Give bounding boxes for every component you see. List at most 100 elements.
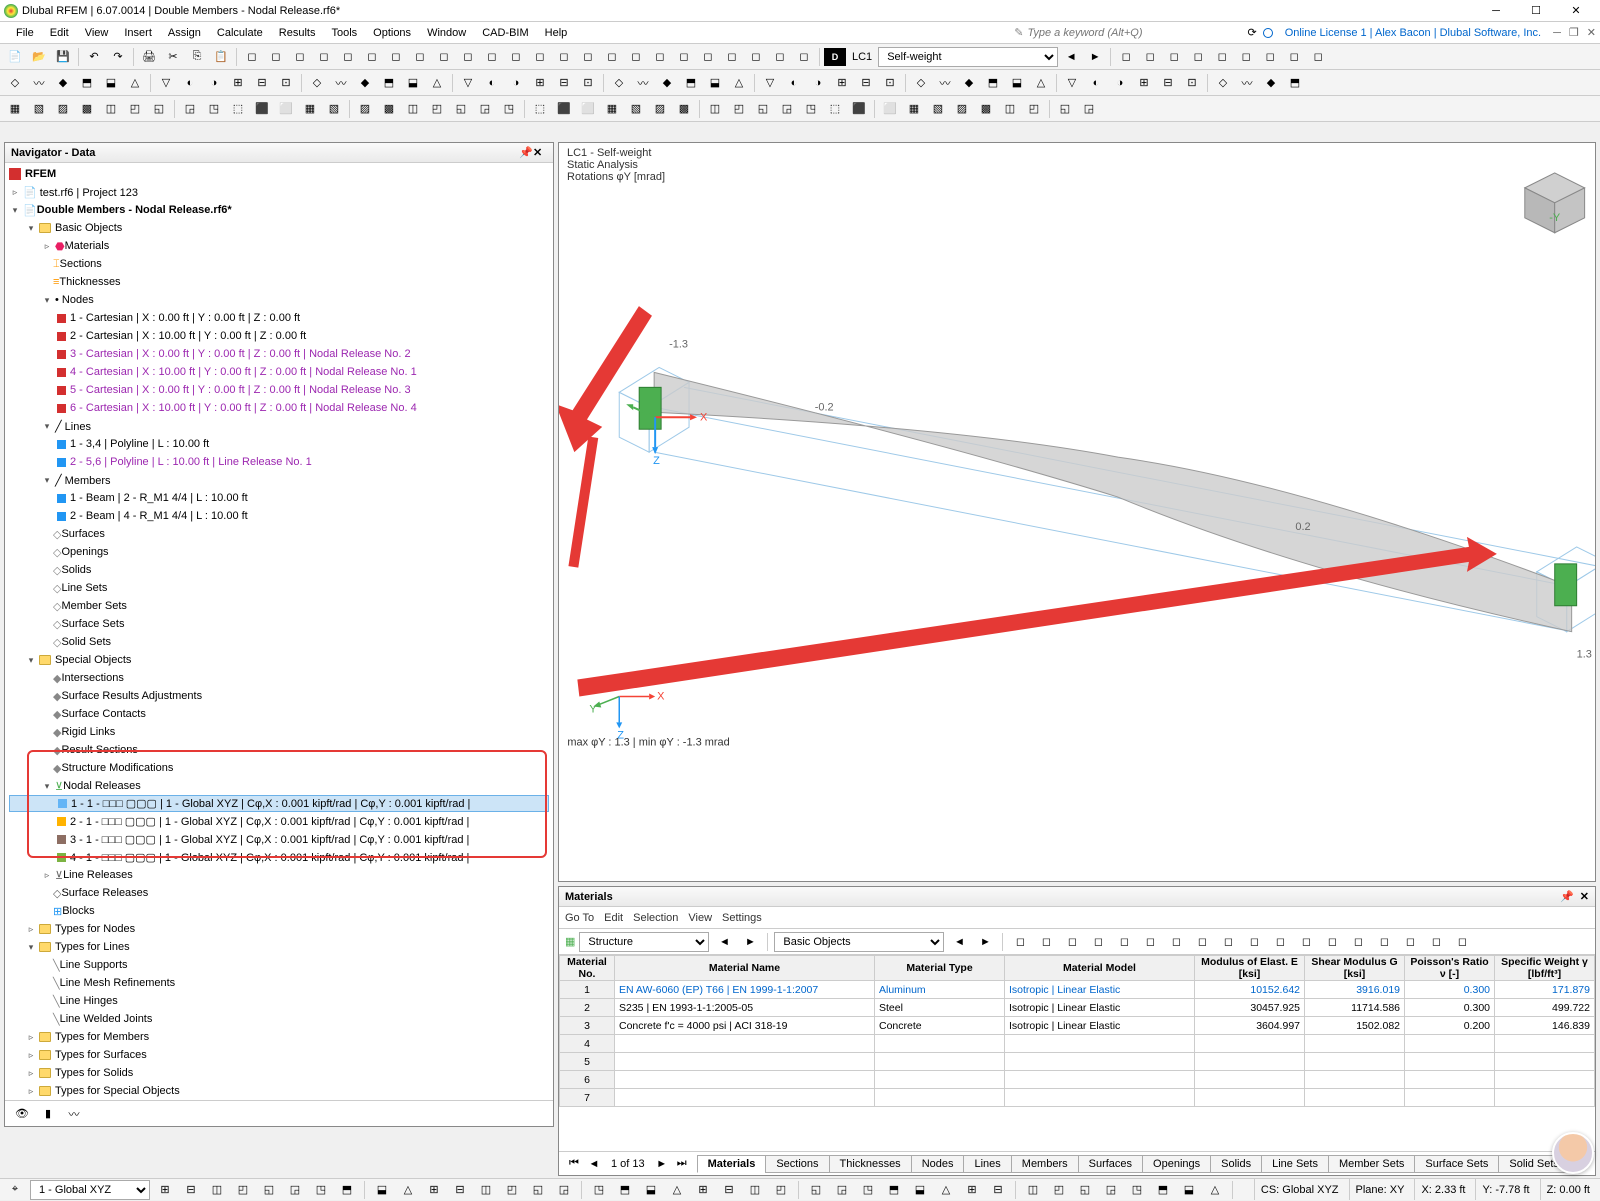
toolbar2-btn-32[interactable]: ◑ bbox=[807, 72, 829, 94]
toolbar3-btn-41[interactable]: ◰ bbox=[1023, 98, 1045, 120]
menu-options[interactable]: Options bbox=[365, 22, 419, 43]
toolbar3-btn-27[interactable]: ▩ bbox=[673, 98, 695, 120]
mat-tbtn-3[interactable]: ◻ bbox=[1087, 931, 1109, 953]
toolbar1-btn-17[interactable]: ◻ bbox=[649, 46, 671, 68]
mat-tbtn-6[interactable]: ◻ bbox=[1165, 931, 1187, 953]
menu-help[interactable]: Help bbox=[537, 22, 576, 43]
toolbar2-btn-46[interactable]: ⊟ bbox=[1157, 72, 1179, 94]
status-btn-15[interactable]: ◲ bbox=[553, 1179, 575, 1201]
cs-select[interactable]: 1 - Global XYZ bbox=[30, 1180, 150, 1200]
toolbar1-btn-13[interactable]: ◻ bbox=[553, 46, 575, 68]
toolbar2-btn-37[interactable]: 〰 bbox=[934, 72, 956, 94]
status-btn-39[interactable]: △ bbox=[1204, 1179, 1226, 1201]
tree-item[interactable]: ▹Types for Solids bbox=[9, 1064, 549, 1082]
tree-item[interactable]: ◆ Result Sections bbox=[9, 741, 549, 759]
tree-item[interactable]: 2 - Cartesian | X : 10.00 ft | Y : 0.00 … bbox=[9, 327, 549, 345]
toolbar2-btn-17[interactable]: △ bbox=[426, 72, 448, 94]
toolbar2-btn-49[interactable]: 〰 bbox=[1236, 72, 1258, 94]
toolbar2-btn-26[interactable]: ◆ bbox=[656, 72, 678, 94]
paste-button[interactable]: 📋 bbox=[210, 46, 232, 68]
menu-file[interactable]: File bbox=[8, 22, 42, 43]
maximize-button[interactable]: ☐ bbox=[1516, 0, 1556, 22]
toolbar1-btn-7[interactable]: ◻ bbox=[409, 46, 431, 68]
status-btn-13[interactable]: ◰ bbox=[501, 1179, 523, 1201]
toolbar2-btn-43[interactable]: ◐ bbox=[1085, 72, 1107, 94]
toolbar3-btn-19[interactable]: ◲ bbox=[474, 98, 496, 120]
toolbar1-end-5[interactable]: ◻ bbox=[1235, 46, 1257, 68]
status-btn-4[interactable]: ◱ bbox=[258, 1179, 280, 1201]
tab-member-sets[interactable]: Member Sets bbox=[1328, 1155, 1415, 1173]
toolbar1-end-0[interactable]: ◻ bbox=[1115, 46, 1137, 68]
nav-results-button[interactable]: 〰 bbox=[63, 1103, 85, 1125]
toolbar3-btn-35[interactable]: ⬜ bbox=[879, 98, 901, 120]
toolbar2-btn-24[interactable]: ◇ bbox=[608, 72, 630, 94]
toolbar3-btn-14[interactable]: ▨ bbox=[354, 98, 376, 120]
tree-item[interactable]: ▾Special Objects bbox=[9, 651, 549, 669]
mat-tbtn-7[interactable]: ◻ bbox=[1191, 931, 1213, 953]
nav-views-button[interactable]: 👁 bbox=[11, 1103, 33, 1125]
toolbar3-btn-8[interactable]: ◳ bbox=[203, 98, 225, 120]
tree-item[interactable]: ◆ Surface Results Adjustments bbox=[9, 687, 549, 705]
menu-assign[interactable]: Assign bbox=[160, 22, 209, 43]
materials-table[interactable]: Material No.Material NameMaterial TypeMa… bbox=[559, 955, 1595, 1107]
toolbar2-btn-0[interactable]: ◇ bbox=[4, 72, 26, 94]
status-btn-25[interactable]: ◲ bbox=[831, 1179, 853, 1201]
navigator-close-icon[interactable]: ✕ bbox=[533, 146, 547, 160]
tab-materials[interactable]: Materials bbox=[697, 1155, 767, 1173]
toolbar1-btn-22[interactable]: ◻ bbox=[769, 46, 791, 68]
status-btn-18[interactable]: ⬓ bbox=[640, 1179, 662, 1201]
menu-window[interactable]: Window bbox=[419, 22, 474, 43]
status-btn-24[interactable]: ◱ bbox=[805, 1179, 827, 1201]
tree-item[interactable]: 1 - Beam | 2 - R_M1 4/4 | L : 10.00 ft bbox=[9, 489, 549, 507]
tree-item[interactable]: ▹Types for Members bbox=[9, 1028, 549, 1046]
tree-item[interactable]: ◇ Solids bbox=[9, 561, 549, 579]
tree-item[interactable]: ▹Types for Nodes bbox=[9, 920, 549, 938]
toolbar2-btn-21[interactable]: ⊞ bbox=[529, 72, 551, 94]
status-btn-21[interactable]: ⊟ bbox=[718, 1179, 740, 1201]
toolbar2-btn-40[interactable]: ⬓ bbox=[1006, 72, 1028, 94]
tree-item[interactable]: ◇ Solid Sets bbox=[9, 633, 549, 651]
mat-view[interactable]: View bbox=[688, 912, 712, 924]
mat-tbtn-15[interactable]: ◻ bbox=[1399, 931, 1421, 953]
mat-tbtn-11[interactable]: ◻ bbox=[1295, 931, 1317, 953]
toolbar2-btn-45[interactable]: ⊞ bbox=[1133, 72, 1155, 94]
status-btn-26[interactable]: ◳ bbox=[857, 1179, 879, 1201]
open-button[interactable]: 📂 bbox=[28, 46, 50, 68]
tree-item[interactable]: ▹⬣ Materials bbox=[9, 237, 549, 255]
materials-pin-icon[interactable]: 📌 bbox=[1560, 890, 1574, 903]
toolbar1-btn-15[interactable]: ◻ bbox=[601, 46, 623, 68]
toolbar1-end-7[interactable]: ◻ bbox=[1283, 46, 1305, 68]
mat-settings[interactable]: Settings bbox=[722, 912, 762, 924]
toolbar1-btn-0[interactable]: ◻ bbox=[241, 46, 263, 68]
mat-tbtn-17[interactable]: ◻ bbox=[1451, 931, 1473, 953]
license-refresh-icon[interactable]: ⟳ bbox=[1247, 26, 1256, 39]
tree-item[interactable]: ⊞ Blocks bbox=[9, 902, 549, 920]
tree-item[interactable]: ◆ Structure Modifications bbox=[9, 759, 549, 777]
status-btn-34[interactable]: ◱ bbox=[1074, 1179, 1096, 1201]
toolbar2-btn-20[interactable]: ◑ bbox=[505, 72, 527, 94]
tree-item[interactable]: 4 - Cartesian | X : 10.00 ft | Y : 0.00 … bbox=[9, 363, 549, 381]
toolbar2-btn-41[interactable]: △ bbox=[1030, 72, 1052, 94]
toolbar3-btn-34[interactable]: ⬛ bbox=[848, 98, 870, 120]
assistant-avatar-icon[interactable] bbox=[1552, 1132, 1594, 1174]
toolbar2-btn-22[interactable]: ⊟ bbox=[553, 72, 575, 94]
tree-item[interactable]: ◇ Surface Sets bbox=[9, 615, 549, 633]
toolbar2-btn-14[interactable]: ◆ bbox=[354, 72, 376, 94]
toolbar3-btn-5[interactable]: ◰ bbox=[124, 98, 146, 120]
tree-item[interactable]: 2 - Beam | 4 - R_M1 4/4 | L : 10.00 ft bbox=[9, 507, 549, 525]
loadcase-select[interactable]: Self-weight bbox=[878, 47, 1058, 67]
redo-button[interactable]: ↷ bbox=[107, 46, 129, 68]
toolbar2-btn-2[interactable]: ◆ bbox=[52, 72, 74, 94]
tab-members[interactable]: Members bbox=[1011, 1155, 1079, 1173]
tree-item[interactable]: 3 - Cartesian | X : 0.00 ft | Y : 0.00 f… bbox=[9, 345, 549, 363]
toolbar1-btn-1[interactable]: ◻ bbox=[265, 46, 287, 68]
toolbar3-btn-1[interactable]: ▧ bbox=[28, 98, 50, 120]
toolbar1-end-4[interactable]: ◻ bbox=[1211, 46, 1233, 68]
toolbar2-btn-9[interactable]: ⊞ bbox=[227, 72, 249, 94]
navigator-pin-icon[interactable]: 📌 bbox=[519, 146, 533, 160]
tree-item[interactable]: ╲ Line Supports bbox=[9, 956, 549, 974]
page-next[interactable]: ► bbox=[653, 1155, 671, 1173]
status-btn-7[interactable]: ⬒ bbox=[336, 1179, 358, 1201]
toolbar3-btn-4[interactable]: ◫ bbox=[100, 98, 122, 120]
nav-camera-button[interactable]: ▮ bbox=[37, 1103, 59, 1125]
